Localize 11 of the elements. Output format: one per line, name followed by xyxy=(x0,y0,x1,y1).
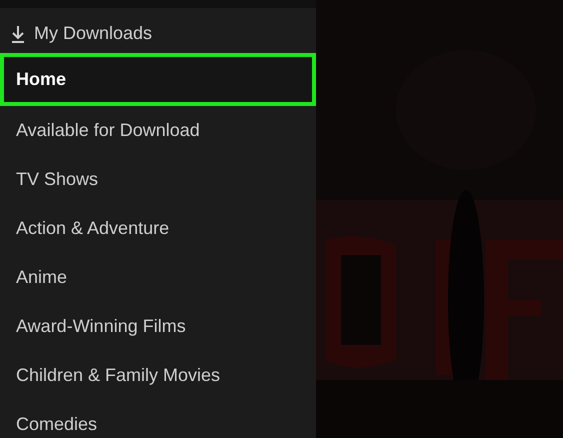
menu-item[interactable]: Available for Download xyxy=(0,106,316,155)
menu-item[interactable]: Action & Adventure xyxy=(0,204,316,253)
my-downloads-button[interactable]: My Downloads xyxy=(0,20,316,47)
menu-item[interactable]: Comedies xyxy=(0,400,316,438)
menu-item[interactable]: Award-Winning Films xyxy=(0,302,316,351)
download-icon xyxy=(10,24,26,44)
menu-item[interactable]: Anime xyxy=(0,253,316,302)
my-downloads-label: My Downloads xyxy=(34,22,152,45)
menu-item[interactable]: TV Shows xyxy=(0,155,316,204)
menu-item[interactable]: Children & Family Movies xyxy=(0,351,316,400)
menu-item[interactable]: Home xyxy=(0,53,316,106)
